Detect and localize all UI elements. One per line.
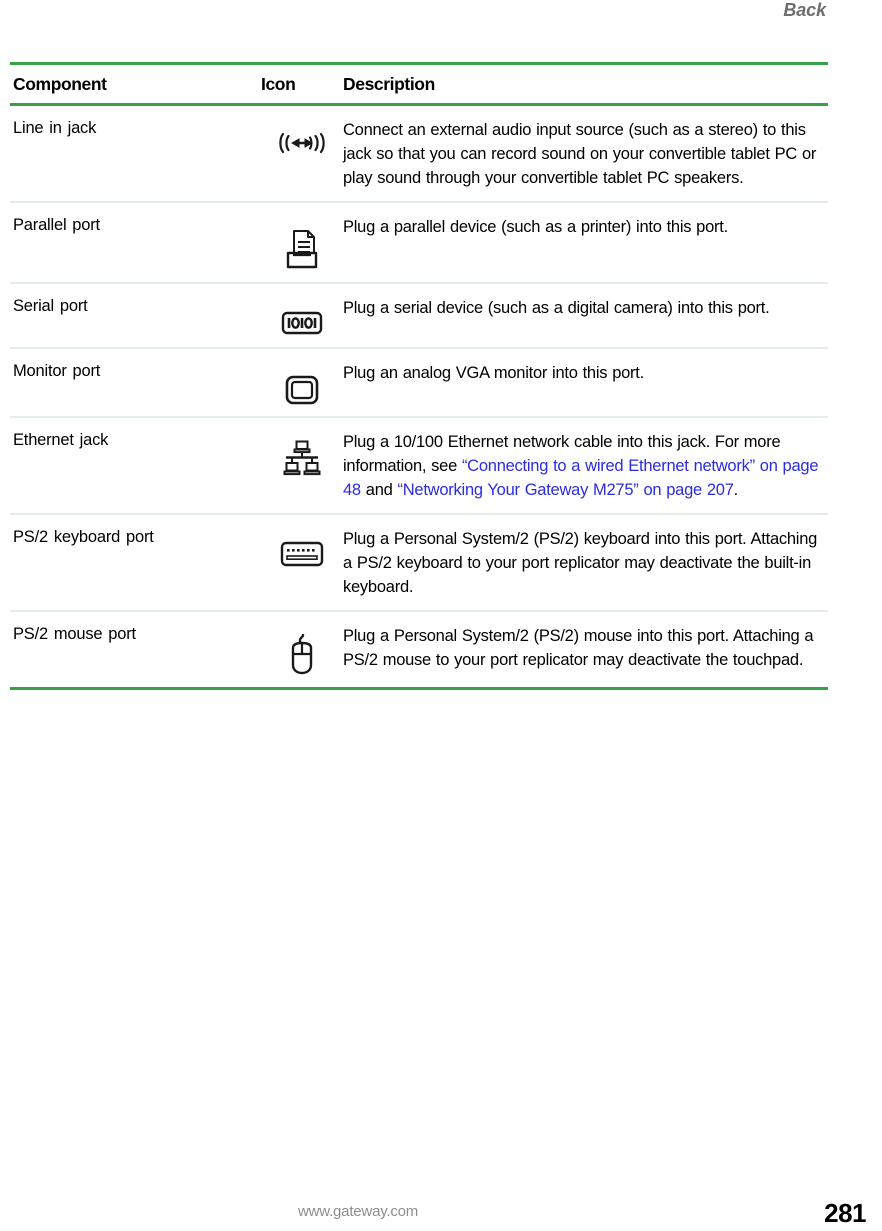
table-row: Monitor port Plug an analog VGA monitor …: [10, 349, 828, 416]
page-footer: www.gateway.com 281: [0, 1171, 882, 1231]
description-text: Plug a parallel device (such as a printe…: [343, 218, 728, 236]
cell-component: Line in jack: [10, 118, 261, 139]
keyboard-icon: [261, 527, 343, 567]
column-header-description: Description: [343, 73, 435, 94]
component-label: Line in jack: [13, 119, 97, 137]
cell-component: Ethernet jack: [10, 430, 261, 451]
cell-component: Serial port: [10, 296, 261, 317]
column-header-icon: Icon: [261, 73, 296, 94]
cell-component: Parallel port: [10, 215, 261, 236]
cell-icon: [261, 118, 343, 158]
network-icon: [261, 430, 343, 478]
cell-description: Plug a parallel device (such as a printe…: [343, 215, 828, 239]
component-label: Monitor port: [13, 362, 101, 380]
cell-component: PS/2 mouse port: [10, 624, 261, 645]
component-spec-table: Component Icon Description Line in jack: [10, 62, 828, 690]
table-row: PS/2 mouse port Plug a Personal System/2…: [10, 612, 828, 687]
component-label: Ethernet jack: [13, 431, 109, 449]
description-text: Plug a 10/100 Ethernet network cable int…: [343, 433, 819, 499]
serial-port-icon: [261, 296, 343, 336]
description-mid: and: [360, 481, 398, 499]
table-row: Parallel port Plug a parallel device (su…: [10, 203, 828, 282]
cell-icon: [261, 624, 343, 676]
component-label: PS/2 keyboard port: [13, 528, 154, 546]
cell-description: Connect an external audio input source (…: [343, 118, 828, 190]
component-label: PS/2 mouse port: [13, 625, 136, 643]
cell-icon: [261, 361, 343, 405]
mouse-icon: [261, 624, 343, 676]
cell-component: PS/2 keyboard port: [10, 527, 261, 548]
description-tail: .: [733, 481, 739, 499]
description-text: Plug a Personal System/2 (PS/2) keyboard…: [343, 530, 818, 596]
cell-icon: [261, 527, 343, 567]
table-row: Serial port Plug a serial device (such a…: [10, 284, 828, 347]
table-row: Line in jack Connect an external audio i…: [10, 106, 828, 201]
cell-icon: [261, 296, 343, 336]
running-head-text: Back: [783, 0, 826, 20]
cell-description: Plug an analog VGA monitor into this por…: [343, 361, 828, 385]
component-label: Parallel port: [13, 216, 100, 234]
description-text: Plug a Personal System/2 (PS/2) mouse in…: [343, 627, 814, 669]
cell-description: Plug a Personal System/2 (PS/2) keyboard…: [343, 527, 828, 599]
table-header-row: Component Icon Description: [10, 65, 828, 103]
description-text: Connect an external audio input source (…: [343, 121, 817, 187]
table-row: Ethernet jack Plug a 10/100 Ethernet net…: [10, 418, 828, 513]
line-in-audio-icon: [261, 118, 343, 158]
cell-icon: [261, 430, 343, 478]
cell-description: Plug a serial device (such as a digital …: [343, 296, 828, 320]
cell-component: Monitor port: [10, 361, 261, 382]
cell-icon: [261, 215, 343, 271]
description-text: Plug an analog VGA monitor into this por…: [343, 364, 644, 382]
monitor-icon: [261, 361, 343, 405]
footer-page-number: 281: [824, 1198, 866, 1228]
page-running-header: Back: [0, 0, 882, 34]
component-label: Serial port: [13, 297, 88, 315]
cross-reference-link-networking[interactable]: “Networking Your Gateway M275” on page 2…: [398, 481, 734, 499]
footer-website-url[interactable]: www.gateway.com: [298, 1203, 418, 1220]
column-header-component: Component: [13, 73, 107, 94]
table-bottom-rule: [10, 687, 828, 690]
description-text: Plug a serial device (such as a digital …: [343, 299, 770, 317]
table-row: PS/2 keyboard port Plug a Personal Syste…: [10, 515, 828, 610]
cell-description: Plug a Personal System/2 (PS/2) mouse in…: [343, 624, 828, 672]
cell-description: Plug a 10/100 Ethernet network cable int…: [343, 430, 828, 502]
printer-icon: [261, 215, 343, 271]
